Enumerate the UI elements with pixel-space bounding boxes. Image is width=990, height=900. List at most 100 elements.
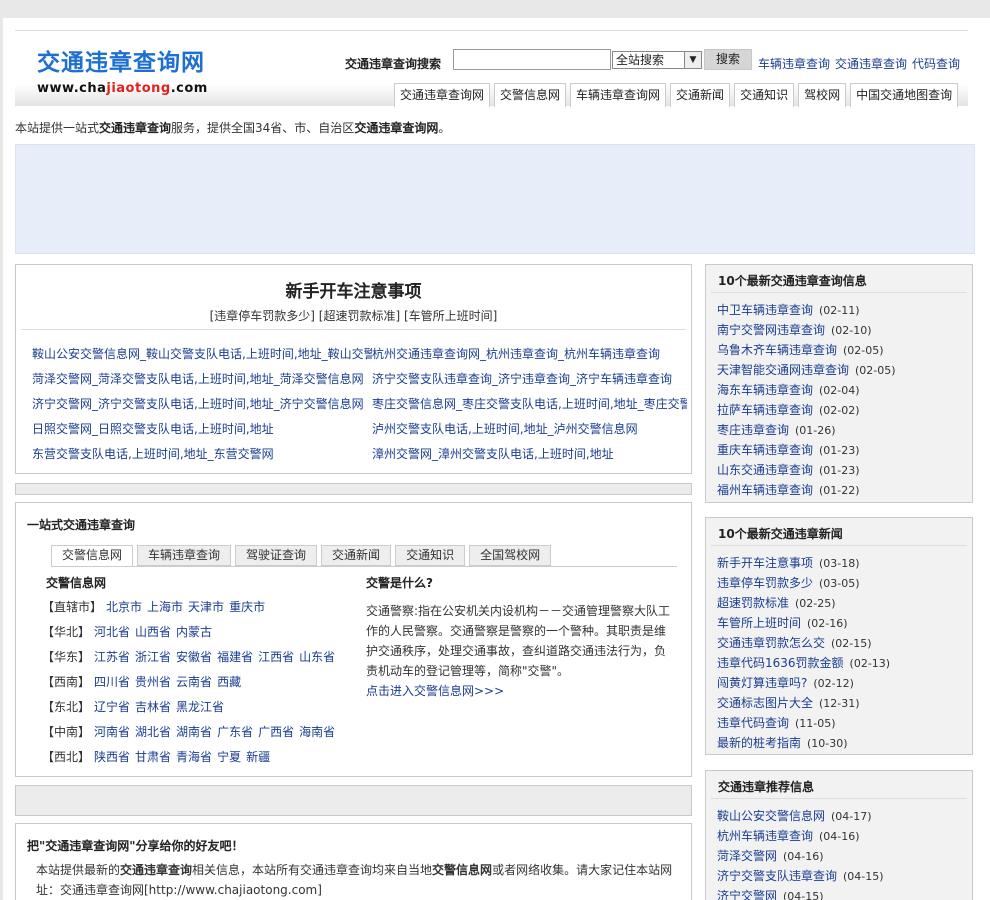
province-link[interactable]: 黑龙江省 [176,700,224,714]
province-link[interactable]: 广西省 [258,725,294,739]
search-input[interactable] [453,49,611,70]
link-item[interactable]: 济宁交警支队违章查询_济宁违章查询_济宁车辆违章查询 [372,370,687,395]
top-link[interactable]: 代码查询 [912,57,960,71]
province-link[interactable]: 北京市 [106,600,142,614]
list-link[interactable]: 天津智能交通网违章查询 [717,363,849,377]
list-date: (04-15) [783,890,824,900]
share-title: 把"交通违章查询网"分享给你的好友吧！ [27,839,244,853]
divider [711,798,967,799]
list-link[interactable]: 拉萨车辆违章查询 [717,403,813,417]
nav-tab[interactable]: 中国交通地图查询 [850,83,959,107]
province-link[interactable]: 江西省 [258,650,294,664]
tab-traffic-knowledge[interactable]: 交通知识 [395,545,466,566]
nav-tab[interactable]: 交通新闻 [670,83,731,107]
list-link[interactable]: 违章代码查询 [717,716,789,730]
region-name: 【西南】 [42,675,91,689]
list-link[interactable]: 海东车辆违章查询 [717,383,813,397]
link-item[interactable]: 泸州交警支队电话,上班时间,地址_泸州交警信息网 [372,420,687,445]
top-link[interactable]: 车辆违章查询 [758,57,830,71]
province-link[interactable]: 河北省 [94,625,130,639]
nav-tab[interactable]: 驾校网 [798,83,847,107]
list-date: (02-11) [819,304,860,317]
region-list: 【直辖市】 北京市 上海市 天津市 重庆市 【华北】 河北省 山西省 内蒙古 【华东】 江苏省浙… [42,598,340,773]
province-link[interactable]: 山东省 [299,650,335,664]
link-item[interactable]: 枣庄交警信息网_枣庄交警支队电话,上班时间,地址_枣庄交警网 [372,395,687,420]
province-link[interactable]: 山西省 [135,625,171,639]
province-link[interactable]: 海南省 [299,725,335,739]
list-link[interactable]: 济宁交警支队违章查询 [717,869,837,883]
list-link[interactable]: 新手开车注意事项 [717,556,813,570]
province-link[interactable]: 河南省 [94,725,130,739]
search-scope-select[interactable]: 全站搜索 ▼ [612,51,702,69]
list-item: 违章代码1636罚款金额 (02-13) [717,653,890,673]
list-link[interactable]: 山东交通违章查询 [717,463,813,477]
nav-tab[interactable]: 交警信息网 [494,83,567,107]
link-item[interactable]: 杭州交通违章查询网_杭州违章查询_杭州车辆违章查询 [372,345,687,370]
list-item: 福州车辆违章查询 (01-22) [717,480,896,500]
tab-police-info[interactable]: 交警信息网 [51,545,134,567]
link-item[interactable]: 日照交警网_日照交警支队电话,上班时间,地址 [32,420,372,445]
list-link[interactable]: 违章停车罚款多少 [717,576,813,590]
province-link[interactable]: 江苏省 [94,650,130,664]
province-link[interactable]: 青海省 [176,750,212,764]
nav-tab[interactable]: 交通知识 [734,83,795,107]
list-link[interactable]: 福州车辆违章查询 [717,483,813,497]
province-link[interactable]: 福建省 [217,650,253,664]
list-link[interactable]: 中卫车辆违章查询 [717,303,813,317]
nav-tab[interactable]: 交通违章查询网 [394,83,491,107]
province-link[interactable]: 四川省 [94,675,130,689]
province-link[interactable]: 湖南省 [176,725,212,739]
list-link[interactable]: 交通标志图片大全 [717,696,813,710]
more-link[interactable]: 点击进入交警信息网>>> [366,681,676,701]
province-link[interactable]: 宁夏 [217,750,241,764]
province-link[interactable]: 新疆 [246,750,270,764]
list-link[interactable]: 乌鲁木齐车辆违章查询 [717,343,837,357]
province-link[interactable]: 安徽省 [176,650,212,664]
list-item: 违章代码查询 (11-05) [717,713,890,733]
site-logo[interactable]: 交通违章查询网 [37,43,205,77]
list-link[interactable]: 杭州车辆违章查询 [717,829,813,843]
link-item[interactable]: 东营交警支队电话,上班时间,地址_东营交警网 [32,445,372,470]
nav-tab[interactable]: 车辆违章查询网 [570,83,667,107]
tab-license-query[interactable]: 驾驶证查询 [235,545,318,566]
list-link[interactable]: 菏泽交警网 [717,849,777,863]
province-link[interactable]: 贵州省 [135,675,171,689]
list-link[interactable]: 南宁交警网违章查询 [717,323,825,337]
province-link[interactable]: 甘肃省 [135,750,171,764]
list-link[interactable]: 重庆车辆违章查询 [717,443,813,457]
list-link[interactable]: 超速罚款标准 [717,596,789,610]
tips-title[interactable]: 新手开车注意事项 [16,277,691,302]
tips-links[interactable]: [违章停车罚款多少] [超速罚款标准] [车管所上班时间] [16,307,691,324]
province-link[interactable]: 西藏 [217,675,241,689]
province-link[interactable]: 内蒙古 [176,625,212,639]
tab-driving-school[interactable]: 全国驾校网 [469,545,552,566]
top-link[interactable]: 交通违章查询 [835,57,907,71]
link-item[interactable]: 菏泽交警网_菏泽交警支队电话,上班时间,地址_菏泽交警信息网 [32,370,372,395]
province-link[interactable]: 浙江省 [135,650,171,664]
tab-vehicle-query[interactable]: 车辆违章查询 [137,545,232,566]
tab-traffic-news[interactable]: 交通新闻 [321,545,392,566]
list-date: (11-05) [795,717,836,730]
list-link[interactable]: 车管所上班时间 [717,616,801,630]
list-link[interactable]: 鞍山公安交警信息网 [717,809,825,823]
link-item[interactable]: 漳州交警网_漳州交警支队电话,上班时间,地址 [372,445,687,470]
province-link[interactable]: 湖北省 [135,725,171,739]
province-link[interactable]: 陕西省 [94,750,130,764]
link-item[interactable]: 济宁交警网_济宁交警支队电话,上班时间,地址_济宁交警信息网 [32,395,372,420]
list-link[interactable]: 枣庄违章查询 [717,423,789,437]
province-link[interactable]: 上海市 [147,600,183,614]
list-link[interactable]: 济宁交警网 [717,889,777,900]
list-link[interactable]: 闯黄灯算违章吗? [717,676,807,690]
list-link[interactable]: 最新的桩考指南 [717,736,801,750]
province-link[interactable]: 云南省 [176,675,212,689]
list-date: (01-22) [819,484,860,497]
list-link[interactable]: 违章代码1636罚款金额 [717,656,844,670]
province-link[interactable]: 吉林省 [135,700,171,714]
link-item[interactable]: 鞍山公安交警信息网_鞍山交警支队电话,上班时间,地址_鞍山交警 [32,345,372,370]
province-link[interactable]: 重庆市 [229,600,265,614]
list-link[interactable]: 交通违章罚款怎么交 [717,636,825,650]
province-link[interactable]: 广东省 [217,725,253,739]
province-link[interactable]: 辽宁省 [94,700,130,714]
search-button[interactable]: 搜索 [704,49,752,70]
province-link[interactable]: 天津市 [188,600,224,614]
